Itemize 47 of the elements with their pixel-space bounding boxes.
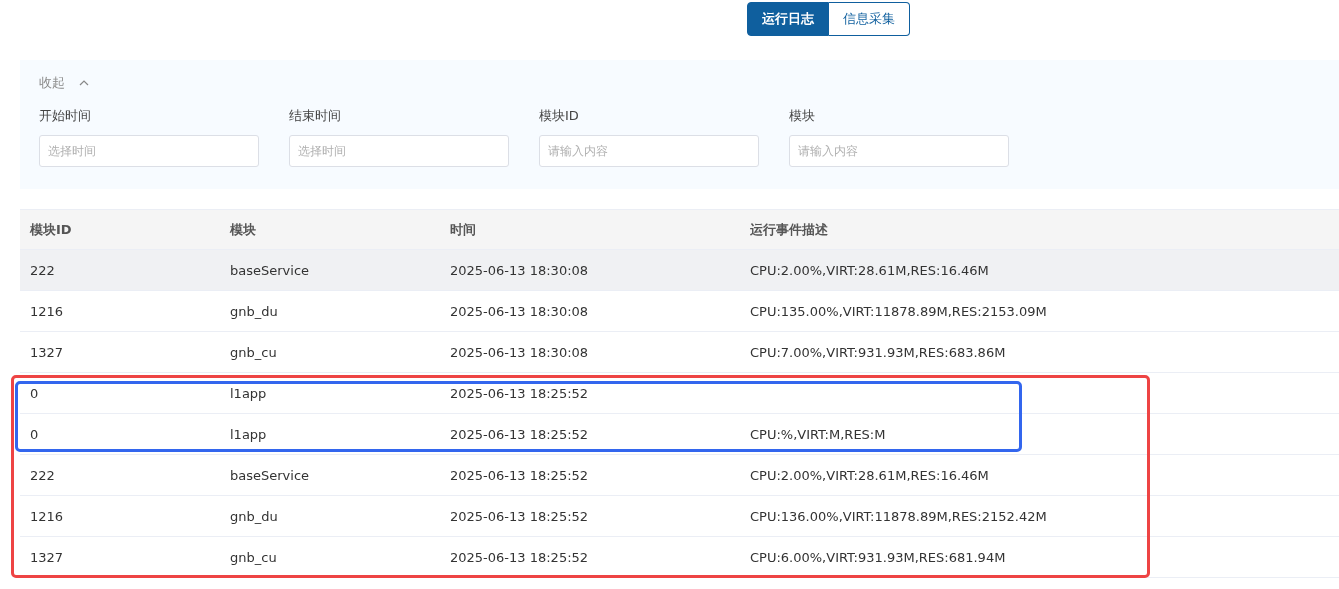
table-cell: 2025-06-13 18:25:52 xyxy=(450,508,589,524)
column-header: 运行事件描述 xyxy=(749,220,829,239)
table-cell: 1216 xyxy=(30,508,64,524)
input-field[interactable]: 选择时间 xyxy=(289,135,509,167)
field-label: 开始时间 xyxy=(39,107,92,125)
table-cell: l1app xyxy=(230,385,267,401)
tab[interactable]: 信息采集 xyxy=(829,2,910,36)
table-cell: 2025-06-13 18:25:52 xyxy=(450,385,589,401)
input-field[interactable]: 请输入内容 xyxy=(539,135,759,167)
table-cell: gnb_du xyxy=(230,508,278,524)
table-cell: CPU:135.00%,VIRT:11878.89M,RES:2153.09M xyxy=(750,303,1047,319)
table-cell: CPU:6.00%,VIRT:931.93M,RES:681.94M xyxy=(750,549,1006,565)
column-header: 模块ID xyxy=(28,220,73,239)
table-cell: CPU:2.00%,VIRT:28.61M,RES:16.46M xyxy=(750,262,989,278)
table-cell: CPU:7.00%,VIRT:931.93M,RES:683.86M xyxy=(750,344,1006,360)
column-header: 时间 xyxy=(449,220,477,239)
table-cell: CPU:136.00%,VIRT:11878.89M,RES:2152.42M xyxy=(750,508,1047,524)
table-cell: 222 xyxy=(30,262,55,278)
table-cell: gnb_du xyxy=(230,303,278,319)
table-cell: 1327 xyxy=(30,344,64,360)
table-cell: 2025-06-13 18:30:08 xyxy=(450,303,589,319)
table-cell: baseService xyxy=(230,467,310,483)
table-cell: gnb_cu xyxy=(230,344,277,360)
table-cell: 2025-06-13 18:25:52 xyxy=(450,426,589,442)
table-cell: 2025-06-13 18:30:08 xyxy=(450,344,589,360)
table-cell: l1app xyxy=(230,426,267,442)
table-cell: 0 xyxy=(30,426,39,442)
table-cell: 222 xyxy=(30,467,55,483)
table-cell: 0 xyxy=(30,385,39,401)
tab[interactable]: 运行日志 xyxy=(747,2,829,36)
table-cell: baseService xyxy=(230,262,310,278)
chevron-icon xyxy=(79,80,89,86)
table-cell: 1216 xyxy=(30,303,64,319)
table-cell: CPU:%,VIRT:M,RES:M xyxy=(750,426,886,442)
table-cell: 2025-06-13 18:30:08 xyxy=(450,262,589,278)
table-cell: 1327 xyxy=(30,549,64,565)
collapse-toggle[interactable]: 收起 xyxy=(39,74,89,92)
field-label: 结束时间 xyxy=(289,107,342,125)
field-label: 模块ID xyxy=(539,107,580,125)
column-header: 模块 xyxy=(228,220,257,239)
field-label: 模块 xyxy=(789,107,816,125)
table-cell: CPU:2.00%,VIRT:28.61M,RES:16.46M xyxy=(750,467,989,483)
table-cell: 2025-06-13 18:25:52 xyxy=(450,549,589,565)
input-field[interactable]: 请输入内容 xyxy=(789,135,1009,167)
table-cell: 2025-06-13 18:25:52 xyxy=(450,467,589,483)
input-field[interactable]: 选择时间 xyxy=(39,135,259,167)
table-cell: gnb_cu xyxy=(230,549,277,565)
